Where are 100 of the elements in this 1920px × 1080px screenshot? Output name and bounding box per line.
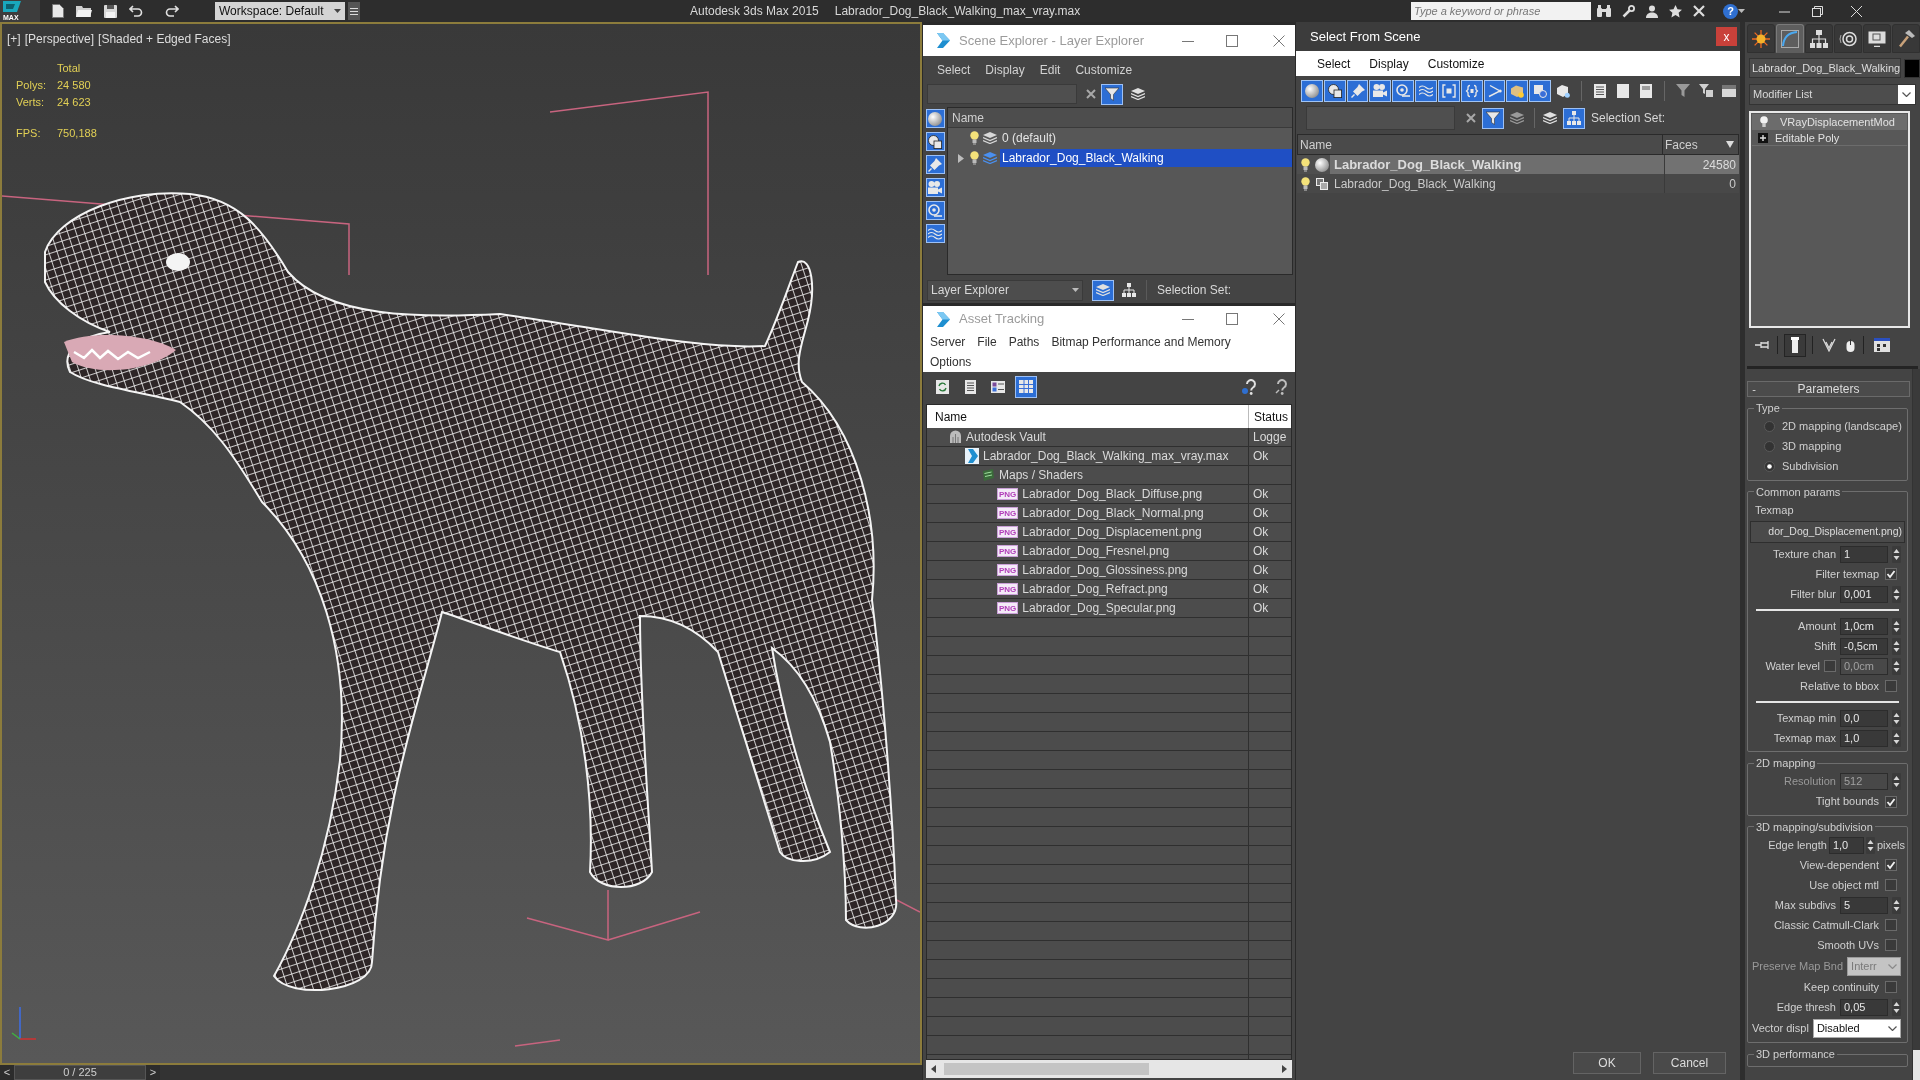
category-filter-button[interactable] [925,155,945,174]
menu-item[interactable]: Display [985,60,1025,79]
text-lines-icon[interactable] [1593,83,1606,98]
column-header[interactable]: Faces [1663,135,1738,154]
funnel-list-icon[interactable] [1698,84,1713,97]
configure-icon[interactable] [1874,338,1890,352]
viewport-menu-label[interactable]: [Shaded + Edged Faces] [98,30,231,48]
light-bulb-icon[interactable] [1760,116,1768,127]
number-field[interactable]: 0,05 [1840,998,1888,1016]
collapse-toggle[interactable]: - [1748,380,1760,398]
view-mode-button[interactable] [1015,375,1037,398]
checkbox[interactable] [1885,919,1897,931]
explorer-mode-dropdown[interactable]: Layer Explorer [927,279,1083,301]
spinner-icon[interactable] [1892,729,1901,747]
rollout-header[interactable]: - Parameters [1747,381,1910,397]
modifier-list-dropdown[interactable]: Modifier List [1749,84,1916,105]
category-filter-button[interactable] [925,201,945,220]
viewport-menu-label[interactable]: [+] [7,30,21,48]
help-icon[interactable] [1242,378,1257,395]
layer-item[interactable]: Labrador_Dog_Black_Walking [1000,149,1292,167]
column-header[interactable]: Name [948,108,1292,128]
page-icon[interactable] [1616,83,1629,98]
wrench-icon[interactable] [1622,4,1635,18]
pin-icon[interactable] [1755,340,1771,350]
menu-item[interactable]: Select [1317,54,1351,73]
column-header[interactable]: Name [1298,135,1663,154]
light-bulb-icon[interactable] [970,131,979,145]
filter-button[interactable] [1369,79,1392,102]
viewport-menu-label[interactable]: [Perspective] [24,30,95,48]
menu-item[interactable]: Edit [1039,60,1061,79]
filter-button[interactable] [1301,79,1323,102]
dialog-button[interactable]: OK [1573,1051,1641,1074]
spinner-icon[interactable] [1892,617,1901,635]
number-field[interactable]: 1,0cm [1840,617,1888,635]
object-name-field[interactable]: Labrador_Dog_Black_Walking [1749,58,1902,78]
filter-button[interactable] [1392,79,1415,102]
menu-item[interactable]: Paths [1008,333,1040,351]
menu-item[interactable]: Display [1369,54,1409,73]
menu-item[interactable]: Bitmap Performance and Memory [1051,333,1231,351]
menu-item[interactable]: Customize [1075,60,1133,79]
color-swatch[interactable] [1904,58,1920,78]
number-field[interactable]: 1 [1840,545,1888,563]
spinner-icon[interactable] [1865,836,1875,854]
next-frame-button[interactable]: > [146,1065,160,1080]
restore-icon[interactable] [1812,5,1823,17]
column-header[interactable]: Status [1249,405,1291,428]
clear-icon[interactable] [1466,113,1476,123]
menu-item[interactable]: Select [937,60,971,79]
workspace-dropdown[interactable]: Workspace: Default [215,2,345,20]
scroll-left-icon[interactable] [931,1065,936,1073]
spinner-icon[interactable] [1892,637,1901,655]
filter-button[interactable] [1323,79,1346,102]
command-panel-tab[interactable] [1863,24,1891,53]
checkbox[interactable] [1885,568,1897,580]
close-icon[interactable] [1273,34,1285,47]
scroll-right-icon[interactable] [1282,1065,1287,1073]
light-bulb-icon[interactable] [1300,157,1310,172]
close-button[interactable]: x [1716,27,1737,46]
menu-button[interactable] [348,2,360,20]
number-field[interactable]: 0,001 [1840,585,1888,603]
menu-item[interactable]: File [977,333,997,351]
filter-button[interactable] [1415,79,1437,102]
modifier-stack-item[interactable]: Editable Poly [1752,130,1907,146]
menu-item[interactable]: Options [930,353,972,371]
modifier-stack-item[interactable]: VRayDisplacementMod [1752,114,1907,130]
number-field[interactable]: 0,0 [1840,709,1888,727]
save-icon[interactable] [104,4,117,18]
light-bulb-icon[interactable] [1300,176,1310,191]
number-field[interactable]: 5 [1840,896,1888,914]
object-list-item[interactable]: Labrador_Dog_Black_Walking [1330,155,1664,174]
toggle-button[interactable] [1784,333,1806,357]
command-panel-tab[interactable] [1892,24,1920,53]
checkbox[interactable] [1885,680,1897,692]
vertical-scrollbar[interactable] [1912,369,1920,1080]
checkbox[interactable] [1885,939,1897,951]
toggle-button[interactable] [1482,107,1504,129]
cross-icon[interactable] [1693,5,1705,17]
radio-button[interactable] [1764,461,1775,472]
binoculars-icon[interactable] [1597,5,1611,17]
texmap-button[interactable]: dor_Dog_Displacement.png) [1750,521,1905,543]
number-field[interactable]: 1,0 [1828,836,1864,854]
mouse-icon[interactable] [1846,338,1855,352]
close-icon[interactable] [1273,313,1285,325]
spinner-icon[interactable] [1892,657,1901,675]
radio-button[interactable] [1764,421,1775,432]
previous-frame-button[interactable]: < [0,1065,14,1080]
person-icon[interactable] [1646,4,1658,18]
checkbox[interactable] [1885,795,1897,808]
page-header-icon[interactable] [1639,83,1652,98]
category-filter-button[interactable] [925,224,945,243]
command-panel-tab[interactable] [1834,24,1862,53]
category-filter-button[interactable] [925,109,945,128]
category-filter-button[interactable] [925,132,945,151]
viewport[interactable]: [+] [Perspective] [Shaded + Edged Faces] Total Polys: 24 580 Verts: 24 623 FPS: 750,188 [0,22,922,1065]
spinner-icon[interactable] [1892,998,1901,1016]
spinner-icon[interactable] [1892,545,1901,563]
menu-item[interactable]: Server [930,333,966,351]
open-folder-icon[interactable] [76,5,92,17]
filter-button[interactable] [1529,79,1552,102]
column-header[interactable]: Name [927,405,1249,428]
